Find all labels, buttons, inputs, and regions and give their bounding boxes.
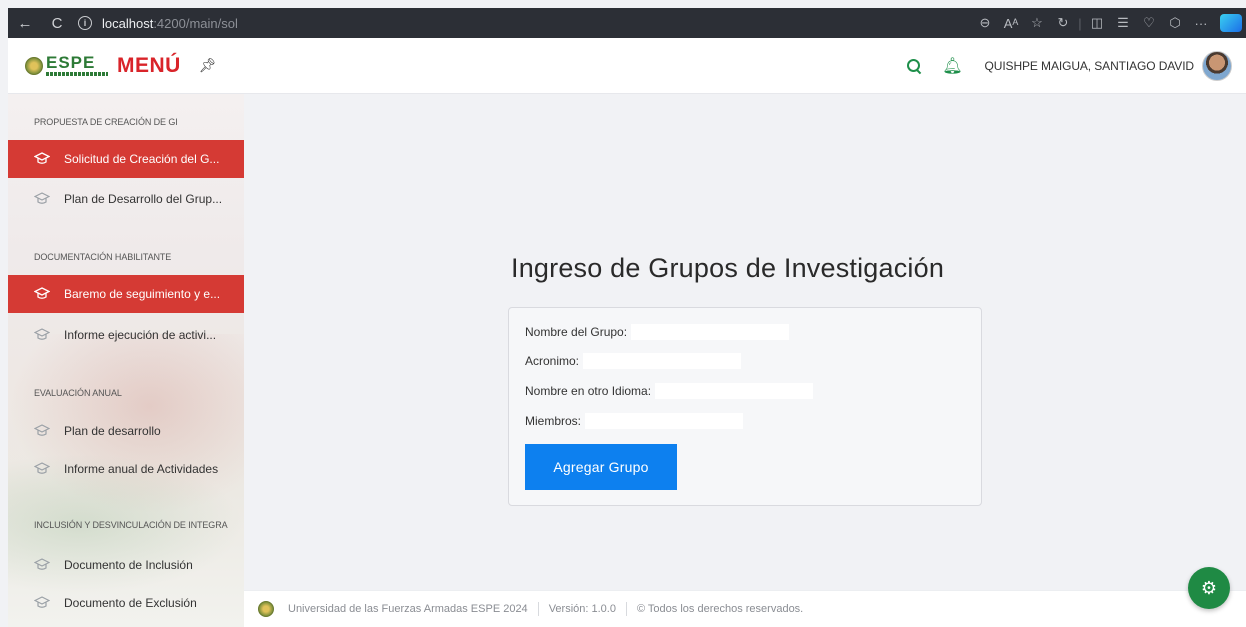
reload-icon[interactable]: C <box>42 8 72 38</box>
menu-title: MENÚ <box>117 53 181 77</box>
toolbar-divider: | <box>1078 15 1082 31</box>
group-name-input[interactable] <box>631 324 790 340</box>
pin-icon[interactable]: 📌︎ <box>199 57 217 74</box>
sidebar-item-informe-anual[interactable]: Informe anual de Actividades <box>8 450 244 488</box>
espe-logo[interactable]: ESPE <box>25 53 108 76</box>
refresh-extension-icon[interactable]: ↻ <box>1050 8 1076 38</box>
acronym-row: Acronimo: <box>525 353 742 369</box>
settings-gear-icon[interactable]: ⚙ <box>1188 567 1230 609</box>
graduation-cap-icon <box>34 558 50 572</box>
espe-seal-icon <box>25 56 43 75</box>
health-icon[interactable]: ♡ <box>1136 8 1162 38</box>
search-icon[interactable] <box>906 58 922 74</box>
url-path: :4200/main/sol <box>153 15 238 31</box>
acronym-input[interactable] <box>583 353 742 369</box>
sidebar-item-label: Informe anual de Actividades <box>64 462 219 476</box>
favorites-list-icon[interactable]: ☰ <box>1110 8 1136 38</box>
page-title: Ingreso de Grupos de Investigación <box>511 253 945 283</box>
sidebar-item-plan-desarrollo-grupo[interactable]: Plan de Desarrollo del Grup... <box>8 180 244 218</box>
graduation-cap-icon <box>34 152 50 166</box>
members-row: Miembros: <box>525 413 744 429</box>
sidebar-item-label: Informe ejecución de activi... <box>64 328 217 342</box>
read-aloud-icon[interactable]: Aᴬ <box>998 8 1024 38</box>
zoom-icon[interactable]: ⊖ <box>972 8 998 38</box>
members-label: Miembros: <box>525 414 582 428</box>
address-bar[interactable]: i localhost:4200/main/sol <box>78 16 238 31</box>
url-host: localhost <box>102 15 154 31</box>
logo-wordmark: ESPE <box>46 53 96 72</box>
split-screen-icon[interactable]: ◫ <box>1084 8 1110 38</box>
members-input[interactable] <box>585 413 744 429</box>
espe-seal-icon <box>258 601 274 617</box>
sidebar-section-title: INCLUSIÓN Y DESVINCULACIÓN DE INTEGRA <box>34 520 228 530</box>
graduation-cap-icon <box>34 596 50 610</box>
graduation-cap-icon <box>34 192 50 206</box>
browser-toolbar: ← C i localhost:4200/main/sol ⊖ Aᴬ ☆ ↻ |… <box>8 8 1246 38</box>
sidebar-item-documento-exclusion[interactable]: Documento de Exclusión <box>8 584 244 622</box>
sidebar-section-title: EVALUACIÓN ANUAL <box>34 388 122 398</box>
sidebar-item-label: Baremo de seguimiento y e... <box>64 287 221 301</box>
sidebar: PROPUESTA DE CREACIÓN DE GI Solicitud de… <box>8 94 244 627</box>
footer: Universidad de las Fuerzas Armadas ESPE … <box>244 590 1246 627</box>
more-options-icon[interactable]: ··· <box>1188 8 1214 38</box>
sidebar-item-documento-inclusion[interactable]: Documento de Inclusión <box>8 546 244 584</box>
sidebar-item-label: Documento de Exclusión <box>64 596 197 610</box>
sidebar-item-label: Plan de Desarrollo del Grup... <box>64 192 223 206</box>
group-name-label: Nombre del Grupo: <box>525 325 628 339</box>
sidebar-item-label: Plan de desarrollo <box>64 424 161 438</box>
graduation-cap-icon <box>34 424 50 438</box>
other-language-input[interactable] <box>655 383 814 399</box>
group-name-row: Nombre del Grupo: <box>525 324 790 340</box>
graduation-cap-icon <box>34 462 50 476</box>
acronym-label: Acronimo: <box>525 354 580 368</box>
app-header: ESPE MENÚ 📌︎ 🔔︎ QUISHPE MAIGUA, SANTIAGO… <box>8 38 1246 94</box>
other-language-row: Nombre en otro Idioma: <box>525 383 814 399</box>
sidebar-item-solicitud[interactable]: Solicitud de Creación del G... <box>8 140 244 178</box>
notification-bell-icon[interactable]: 🔔︎ <box>942 56 962 76</box>
footer-version: Versión: 1.0.0 <box>548 603 616 615</box>
footer-rights: © Todos los derechos reservados. <box>636 603 804 615</box>
footer-university: Universidad de las Fuerzas Armadas ESPE … <box>288 603 528 615</box>
sidebar-item-baremo[interactable]: Baremo de seguimiento y e... <box>8 275 244 313</box>
extensions-icon[interactable]: ⬡ <box>1162 8 1188 38</box>
browser-actions: ⊖ Aᴬ ☆ ↻ | ◫ ☰ ♡ ⬡ ··· <box>972 8 1246 38</box>
site-info-icon[interactable]: i <box>78 16 92 30</box>
group-form: Nombre del Grupo: Acronimo: Nombre en ot… <box>508 307 982 506</box>
sidebar-section-title: PROPUESTA DE CREACIÓN DE GI <box>34 117 178 127</box>
favorite-star-icon[interactable]: ☆ <box>1024 8 1050 38</box>
sidebar-item-label: Documento de Inclusión <box>64 558 193 572</box>
user-name[interactable]: QUISHPE MAIGUA, SANTIAGO DAVID <box>985 59 1195 73</box>
copilot-icon[interactable] <box>1220 14 1242 32</box>
sidebar-item-label: Solicitud de Creación del G... <box>64 152 220 166</box>
graduation-cap-icon <box>34 328 50 342</box>
sidebar-item-plan-desarrollo[interactable]: Plan de desarrollo <box>8 412 244 450</box>
avatar[interactable] <box>1202 50 1232 81</box>
add-group-button[interactable]: Agregar Grupo <box>525 444 677 490</box>
graduation-cap-icon <box>34 287 50 301</box>
sidebar-section-title: DOCUMENTACIÓN HABILITANTE <box>34 252 172 262</box>
back-arrow-icon[interactable]: ← <box>8 8 42 38</box>
other-language-label: Nombre en otro Idioma: <box>525 384 652 398</box>
sidebar-item-informe-ejecucion[interactable]: Informe ejecución de activi... <box>8 316 244 354</box>
